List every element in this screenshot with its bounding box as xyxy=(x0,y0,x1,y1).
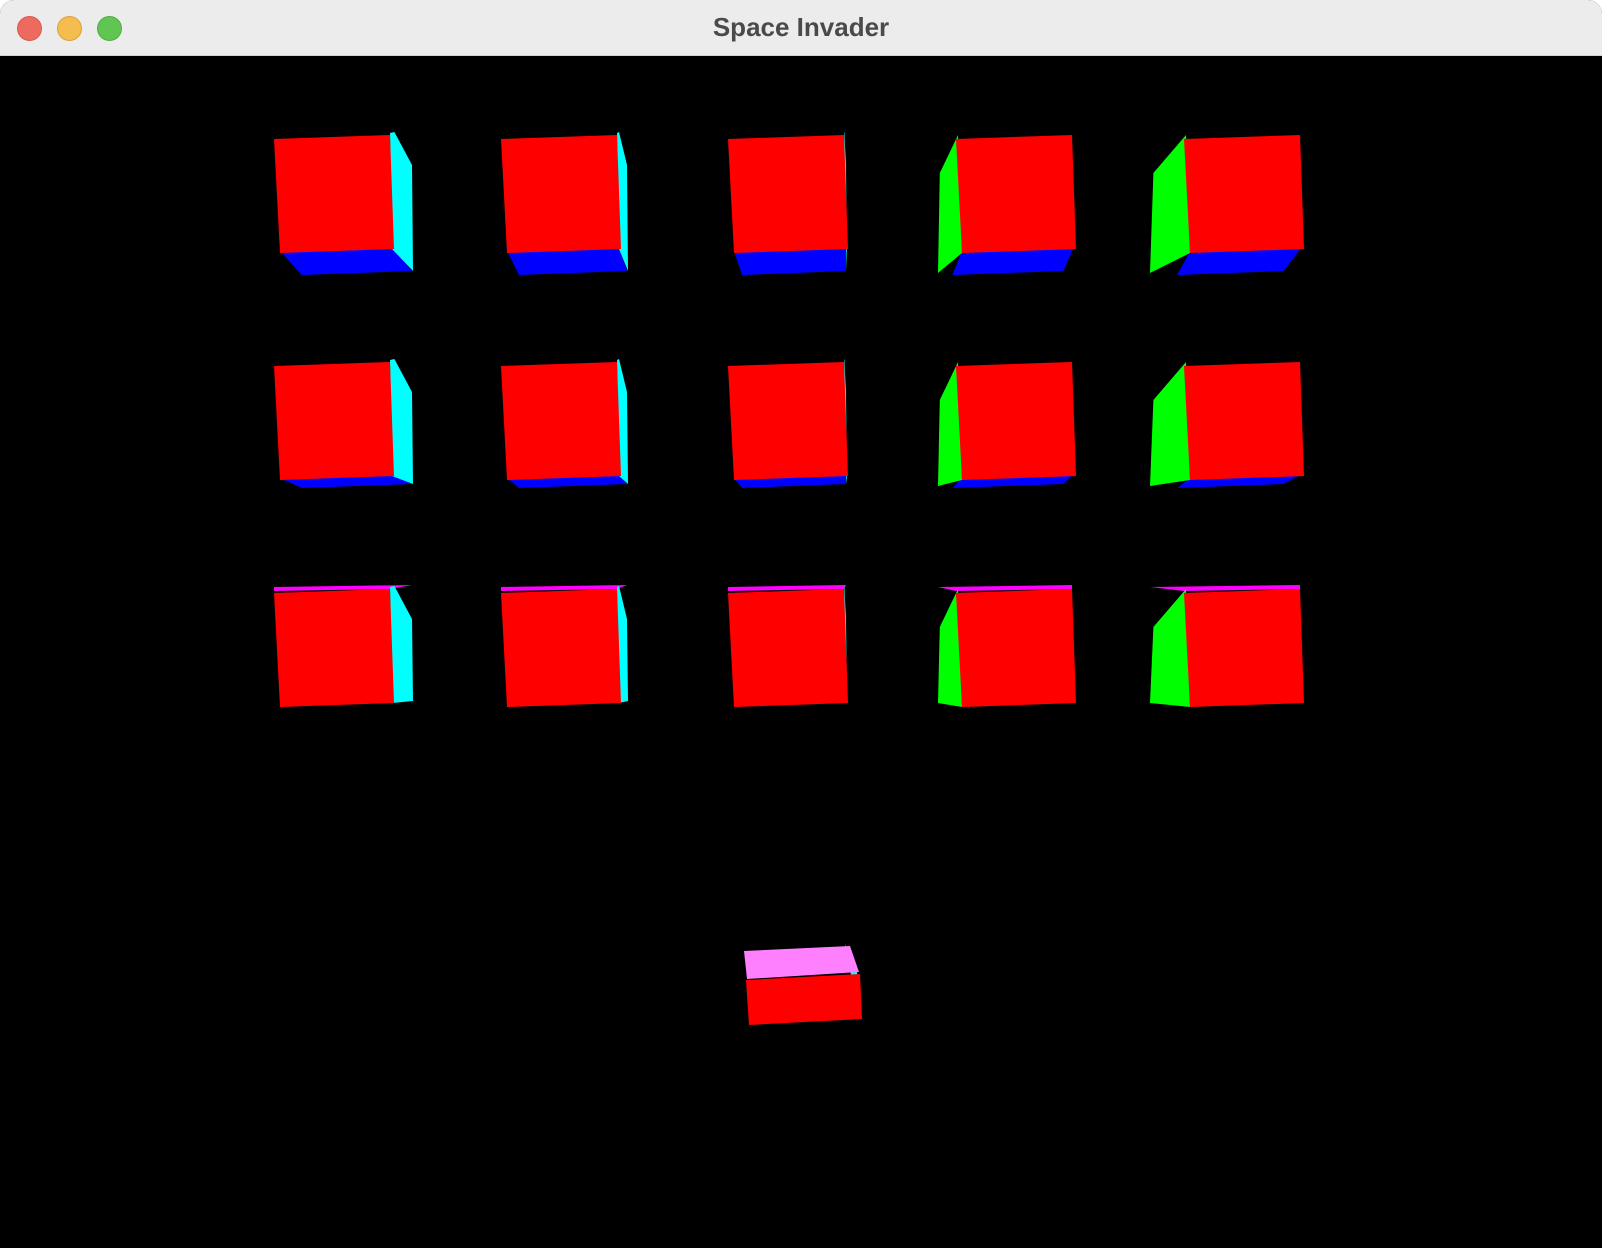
invader-15 xyxy=(1150,585,1304,707)
invader-front-face xyxy=(274,135,394,253)
invader-left-face xyxy=(1150,135,1190,273)
invader-front-face xyxy=(728,135,848,253)
invader-left-face xyxy=(1150,362,1190,486)
invader-front-face xyxy=(728,589,848,707)
invader-6 xyxy=(274,359,413,488)
player-front-face xyxy=(746,974,862,1025)
invader-left-face xyxy=(1150,589,1190,707)
title-bar[interactable]: Space Invader xyxy=(0,0,1602,56)
invader-8 xyxy=(728,359,848,488)
invader-13 xyxy=(728,585,848,707)
player-ship xyxy=(744,944,862,1025)
invader-front-face xyxy=(1184,135,1304,253)
invader-front-face xyxy=(501,362,621,480)
invader-front-face xyxy=(501,589,621,707)
game-scene xyxy=(274,132,1304,1025)
window-title: Space Invader xyxy=(712,12,890,42)
invader-3 xyxy=(728,132,848,275)
invader-right-face xyxy=(390,132,413,271)
invader-2 xyxy=(501,132,628,275)
invader-front-face xyxy=(274,362,394,480)
invader-7 xyxy=(501,359,628,488)
invader-front-face xyxy=(1184,362,1304,480)
player-top-face xyxy=(744,946,859,979)
invader-12 xyxy=(501,585,628,707)
invader-right-face xyxy=(390,586,413,703)
invader-front-face xyxy=(728,362,848,480)
invader-front-face xyxy=(956,589,1076,707)
invader-5 xyxy=(1150,135,1304,275)
invader-front-face xyxy=(1184,589,1304,707)
invader-front-face xyxy=(956,135,1076,253)
invader-11 xyxy=(274,585,413,707)
invader-9 xyxy=(938,362,1076,488)
invader-10 xyxy=(1150,362,1304,488)
invader-front-face xyxy=(274,589,394,707)
app-window: Space Invader xyxy=(0,0,1602,1248)
invader-front-face xyxy=(956,362,1076,480)
invader-front-face xyxy=(501,135,621,253)
game-viewport[interactable] xyxy=(0,56,1602,1248)
invader-1 xyxy=(274,132,413,275)
invader-14 xyxy=(938,585,1076,707)
invader-4 xyxy=(938,135,1076,275)
